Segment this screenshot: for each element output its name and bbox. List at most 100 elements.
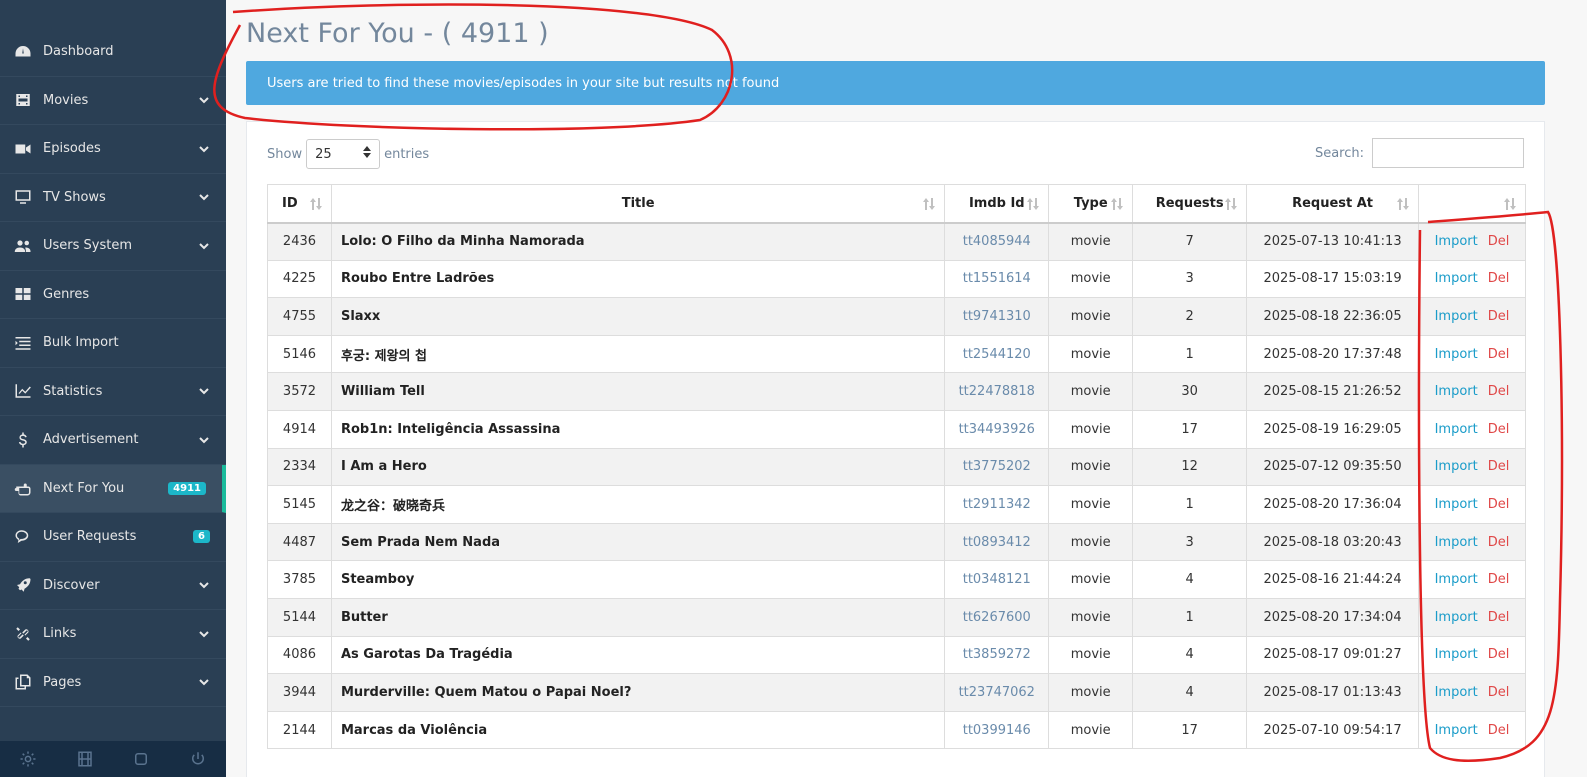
cell-imdb-link[interactable]: tt6267600 xyxy=(944,597,1050,637)
sidebar-item-bulk-import[interactable]: Bulk Import xyxy=(0,319,226,368)
cell-imdb-link[interactable]: tt0399146 xyxy=(944,710,1050,750)
cell-imdb-link[interactable]: tt9741310 xyxy=(944,297,1050,336)
delete-link[interactable]: Del xyxy=(1488,271,1510,286)
cell-request-at: 2025-08-19 16:29:05 xyxy=(1246,409,1419,449)
delete-link[interactable]: Del xyxy=(1488,610,1510,625)
cell-imdb-link[interactable]: tt3775202 xyxy=(944,447,1050,487)
cell-imdb-link[interactable]: tt4085944 xyxy=(944,222,1050,261)
sidebar-item-advertisement[interactable]: Advertisement xyxy=(0,416,226,465)
cell-request-at: 2025-08-15 21:26:52 xyxy=(1246,372,1419,411)
sidebar-item-discover[interactable]: Discover xyxy=(0,562,226,610)
gear-icon[interactable] xyxy=(19,750,37,768)
cell-imdb-link[interactable]: tt2911342 xyxy=(944,485,1050,524)
power-icon[interactable] xyxy=(189,750,207,768)
sidebar-item-episodes[interactable]: Episodes xyxy=(0,125,226,174)
cell-imdb-link[interactable]: tt0893412 xyxy=(944,522,1050,562)
show-label: Show xyxy=(267,146,303,162)
column-header-imdb-id[interactable]: Imdb Id xyxy=(944,184,1050,224)
cell-requests: 30 xyxy=(1132,372,1248,411)
sidebar-item-label: Pages xyxy=(43,674,82,690)
entries-select-value: 25 xyxy=(315,146,332,162)
cell-type: movie xyxy=(1048,409,1134,449)
cell-requests: 2 xyxy=(1132,297,1248,336)
entries-select[interactable]: 25 xyxy=(306,139,381,169)
cell-id: 2436 xyxy=(267,222,332,261)
film-icon[interactable] xyxy=(76,750,94,768)
square-icon[interactable] xyxy=(132,750,150,768)
column-header-actions[interactable] xyxy=(1417,184,1527,224)
import-link[interactable]: Import xyxy=(1435,535,1478,550)
delete-link[interactable]: Del xyxy=(1488,459,1510,474)
import-link[interactable]: Import xyxy=(1435,572,1478,587)
table-row: 4225 Roubo Entre Ladrões tt1551614 movie 3 20… xyxy=(267,259,1527,299)
cell-imdb-link[interactable]: tt0348121 xyxy=(944,560,1050,599)
delete-link[interactable]: Del xyxy=(1488,647,1510,662)
import-link[interactable]: Import xyxy=(1435,271,1478,286)
cell-request-at: 2025-08-18 03:20:43 xyxy=(1246,522,1419,562)
import-link[interactable]: Import xyxy=(1435,610,1478,625)
sort-icon xyxy=(309,197,323,215)
import-link[interactable]: Import xyxy=(1435,723,1478,738)
column-header-request-at[interactable]: Request At xyxy=(1246,184,1419,224)
delete-link[interactable]: Del xyxy=(1488,384,1510,399)
import-link[interactable]: Import xyxy=(1435,234,1478,249)
delete-link[interactable]: Del xyxy=(1488,572,1510,587)
table-panel: Show 25 entries Search: ID Title Imdb Id Ty… xyxy=(246,121,1545,777)
sidebar-item-dashboard[interactable]: Dashboard xyxy=(0,28,226,77)
column-header-id[interactable]: ID xyxy=(267,184,332,224)
sidebar-item-statistics[interactable]: Statistics xyxy=(0,368,226,416)
cell-id: 3572 xyxy=(267,372,332,411)
cell-request-at: 2025-08-17 15:03:19 xyxy=(1246,259,1419,299)
delete-link[interactable]: Del xyxy=(1488,685,1510,700)
import-link[interactable]: Import xyxy=(1435,422,1478,437)
delete-link[interactable]: Del xyxy=(1488,309,1510,324)
import-link[interactable]: Import xyxy=(1435,384,1478,399)
sidebar-item-user-requests[interactable]: User Requests 6 xyxy=(0,513,226,562)
cell-imdb-link[interactable]: tt23747062 xyxy=(944,673,1050,712)
delete-link[interactable]: Del xyxy=(1488,535,1510,550)
import-link[interactable]: Import xyxy=(1435,685,1478,700)
sidebar-item-movies[interactable]: Movies xyxy=(0,77,226,125)
cell-type: movie xyxy=(1048,222,1134,261)
hand-pointer-icon xyxy=(13,479,43,497)
cell-imdb-link[interactable]: tt3859272 xyxy=(944,635,1050,675)
delete-link[interactable]: Del xyxy=(1488,422,1510,437)
cell-imdb-link[interactable]: tt1551614 xyxy=(944,259,1050,299)
sidebar-top-spacer xyxy=(0,0,226,28)
sidebar-item-links[interactable]: Links xyxy=(0,610,226,659)
cell-imdb-link[interactable]: tt34493926 xyxy=(944,409,1050,449)
sidebar-item-genres[interactable]: Genres xyxy=(0,271,226,319)
column-header-type[interactable]: Type xyxy=(1048,184,1134,224)
sidebar-item-label: TV Shows xyxy=(43,189,106,205)
delete-link[interactable]: Del xyxy=(1488,497,1510,512)
sidebar-item-tv-shows[interactable]: TV Shows xyxy=(0,174,226,222)
import-link[interactable]: Import xyxy=(1435,497,1478,512)
cell-imdb-link[interactable]: tt2544120 xyxy=(944,334,1050,374)
import-link[interactable]: Import xyxy=(1435,647,1478,662)
cell-title: 龙之谷：破晓奇兵 xyxy=(330,485,946,524)
import-link[interactable]: Import xyxy=(1435,309,1478,324)
column-header-title[interactable]: Title xyxy=(330,184,946,224)
import-link[interactable]: Import xyxy=(1435,459,1478,474)
cell-type: movie xyxy=(1048,297,1134,336)
search-label: Search: xyxy=(1314,145,1364,161)
column-header-requests[interactable]: Requests xyxy=(1132,184,1248,224)
delete-link[interactable]: Del xyxy=(1488,347,1510,362)
cell-imdb-link[interactable]: tt22478818 xyxy=(944,372,1050,411)
sidebar-item-label: Statistics xyxy=(43,383,103,399)
delete-link[interactable]: Del xyxy=(1488,723,1510,738)
cell-requests: 1 xyxy=(1132,334,1248,374)
cell-request-at: 2025-08-17 01:13:43 xyxy=(1246,673,1419,712)
search-input[interactable] xyxy=(1372,138,1524,168)
sidebar-item-pages[interactable]: Pages xyxy=(0,659,226,707)
chevron-down-icon xyxy=(198,434,210,446)
sidebar-item-next-for-you[interactable]: Next For You 4911 xyxy=(0,464,226,513)
import-link[interactable]: Import xyxy=(1435,347,1478,362)
info-banner: Users are tried to find these movies/epi… xyxy=(246,61,1545,105)
delete-link[interactable]: Del xyxy=(1488,234,1510,249)
sidebar-item-users-system[interactable]: Users System xyxy=(0,222,226,271)
line-chart-icon xyxy=(13,382,43,400)
sidebar-item-label: Links xyxy=(43,626,77,642)
cell-requests: 17 xyxy=(1132,409,1248,449)
sort-icon xyxy=(922,197,936,215)
